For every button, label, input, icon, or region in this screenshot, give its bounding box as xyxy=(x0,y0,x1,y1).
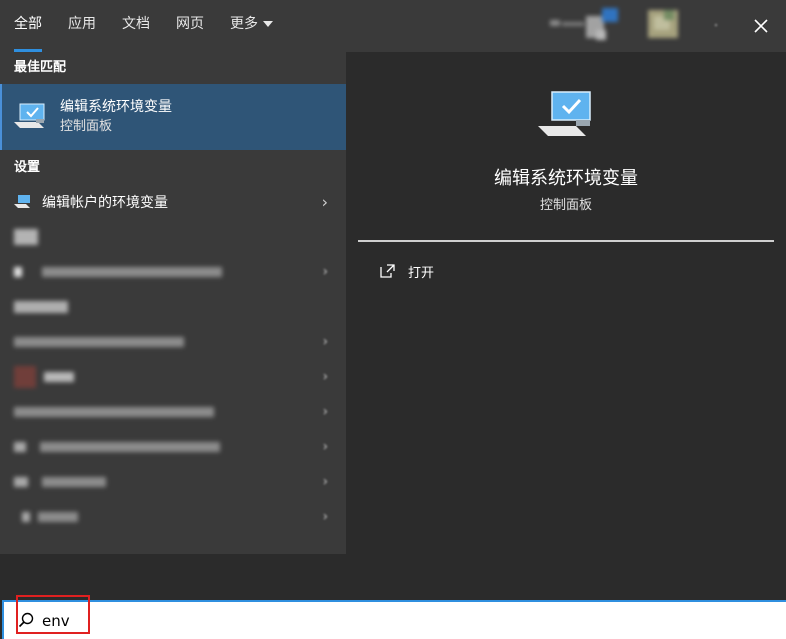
chevron-right-icon[interactable]: › xyxy=(323,264,328,279)
header-icons: · xyxy=(550,0,786,52)
chevron-right-icon[interactable]: › xyxy=(323,439,328,454)
chevron-right-icon[interactable]: › xyxy=(323,404,328,419)
more-options-icon[interactable]: · xyxy=(696,0,736,52)
search-input[interactable] xyxy=(42,609,642,633)
list-item[interactable]: › xyxy=(0,499,346,534)
search-bar[interactable] xyxy=(2,600,786,639)
best-match-heading: 最佳匹配 xyxy=(14,60,67,75)
list-item[interactable]: › xyxy=(0,324,346,359)
preview-divider xyxy=(358,240,774,242)
settings-item-user-env-vars[interactable]: 编辑帐户的环境变量 › xyxy=(0,184,346,219)
tab-web[interactable]: 网页 xyxy=(176,0,204,52)
list-item[interactable] xyxy=(0,219,346,254)
search-header: 全部 应用 文档 网页 更多 · xyxy=(0,0,786,52)
best-match-title: 编辑系统环境变量 xyxy=(60,99,172,115)
open-action-label: 打开 xyxy=(408,265,435,281)
search-tabs: 全部 应用 文档 网页 更多 xyxy=(14,0,299,52)
panel-footer xyxy=(0,554,786,600)
open-external-icon xyxy=(380,264,395,278)
blurred-avatar-icon[interactable] xyxy=(646,6,682,46)
list-item[interactable] xyxy=(0,289,346,324)
list-item[interactable]: › xyxy=(0,394,346,429)
search-icon xyxy=(18,612,34,628)
tab-more[interactable]: 更多 xyxy=(230,0,273,52)
list-item[interactable]: › xyxy=(0,254,346,289)
close-button[interactable] xyxy=(736,0,786,52)
chevron-right-icon[interactable]: › xyxy=(323,509,328,524)
tab-apps[interactable]: 应用 xyxy=(68,0,96,52)
list-item[interactable]: › xyxy=(0,359,346,394)
chevron-right-icon[interactable]: › xyxy=(323,334,328,349)
computer-settings-icon xyxy=(14,194,30,208)
preview-title: 编辑系统环境变量 xyxy=(494,168,638,189)
settings-heading: 设置 xyxy=(14,160,41,175)
settings-item-label: 编辑帐户的环境变量 xyxy=(42,194,168,211)
best-match-subtitle: 控制面板 xyxy=(60,119,113,134)
preview-subtitle: 控制面板 xyxy=(539,198,592,213)
best-match-item[interactable]: 编辑系统环境变量 控制面板 xyxy=(0,84,346,150)
chevron-right-icon[interactable]: › xyxy=(323,369,328,384)
computer-settings-icon xyxy=(14,103,45,128)
chevron-down-icon xyxy=(263,21,273,27)
tab-documents[interactable]: 文档 xyxy=(122,0,150,52)
close-icon xyxy=(754,19,768,33)
chevron-right-icon[interactable]: › xyxy=(322,192,328,211)
list-item[interactable]: › xyxy=(0,464,346,499)
results-panel: 最佳匹配 编辑系统环境变量 控制面板 设置 编辑帐户的环境变量 › › › › … xyxy=(0,52,346,554)
computer-settings-icon xyxy=(538,91,591,136)
blurred-account-icon[interactable] xyxy=(550,4,624,48)
tab-more-label: 更多 xyxy=(230,16,258,32)
tab-all[interactable]: 全部 xyxy=(14,0,42,52)
chevron-right-icon[interactable]: › xyxy=(323,474,328,489)
preview-panel: 编辑系统环境变量 控制面板 打开 xyxy=(358,64,774,554)
open-action[interactable]: 打开 xyxy=(380,260,434,282)
list-item[interactable]: › xyxy=(0,429,346,464)
